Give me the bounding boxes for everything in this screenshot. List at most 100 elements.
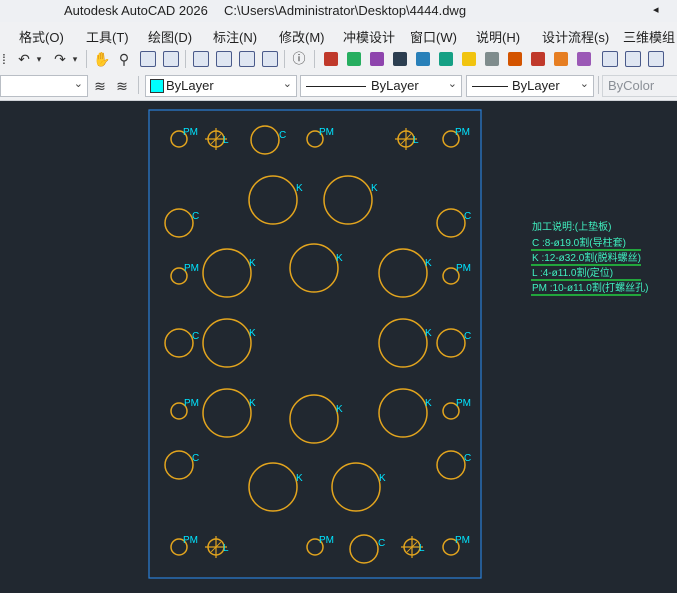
standard-toolbar: ⁞ ↶ ▾ ↷ ▾ ✋ ⚲ ⓘ [0,46,677,72]
menu-modify[interactable]: 修改(M) [279,27,325,46]
file-path: C:\Users\Administrator\Desktop\4444.dwg [224,3,467,18]
redo-icon[interactable]: ↷ [50,49,70,69]
die-tool-13-icon[interactable] [602,51,618,67]
die-tool-7-icon[interactable] [462,52,476,66]
menu-draw[interactable]: 绘图(D) [148,27,192,46]
die-plate-drawing: PM L C PM L PM K K C C PM K K K PM C K K C PM K K K PM C C K K PM L PM… [148,109,482,579]
hole-k [289,243,339,293]
menu-bar: 格式(O) 工具(T) 绘图(D) 标注(N) 修改(M) 冲模设计 窗口(W)… [0,22,677,46]
make-current-layer-icon[interactable]: ≋ [90,76,110,96]
hole-k [289,394,339,444]
die-tool-4-icon[interactable] [393,52,407,66]
notes-line: C :8-ø19.0割(导柱套) [532,236,626,249]
hole-c [250,125,280,155]
machining-notes: 加工说明:(上垫板) C :8-ø19.0割(导柱套) K :12-ø32.0割(脱… [531,220,649,296]
separator [138,76,139,94]
hole-k [378,248,428,298]
die-tool-1-icon[interactable] [324,52,338,66]
help-icon[interactable]: ⓘ [289,49,309,69]
hole-k [248,175,298,225]
die-tool-14-icon[interactable] [625,51,641,67]
hole-label-k: K [249,258,256,269]
die-tool-2-icon[interactable] [347,52,361,66]
chevron-down-icon: ⌄ [579,78,589,90]
hole-label-pm: PM [183,127,198,138]
menu-design-flow[interactable]: 设计流程(s) [542,27,609,46]
die-tool-5-icon[interactable] [416,52,430,66]
hole-label-pm: PM [455,535,470,546]
color-swatch [150,79,164,93]
die-tool-3-icon[interactable] [370,52,384,66]
hole-label-pm: PM [456,398,471,409]
pan-icon[interactable]: ✋ [92,49,112,69]
menu-help[interactable]: 说明(H) [476,27,520,46]
die-tool-11-icon[interactable] [554,52,568,66]
color-dropdown[interactable]: ByLayer ⌄ [145,75,297,97]
hole-k [323,175,373,225]
color-value: ByLayer [166,78,214,93]
hole-label-k: K [296,183,303,194]
hole-label-k: K [425,398,432,409]
hole-k [378,388,428,438]
hole-label-c: C [192,453,199,464]
hole-label-c: C [192,331,199,342]
die-tool-12-icon[interactable] [577,52,591,66]
hole-k [378,318,428,368]
zoom-previous-icon[interactable] [163,51,179,67]
hole-label-k: K [371,183,378,194]
menu-tools[interactable]: 工具(T) [86,27,129,46]
die-tool-15-icon[interactable] [648,51,664,67]
layer-previous-icon[interactable]: ≋ [112,76,132,96]
plate-outline [148,109,482,579]
die-tool-6-icon[interactable] [439,52,453,66]
lineweight-dropdown[interactable]: ByLayer ⌄ [466,75,594,97]
die-tool-9-icon[interactable] [508,52,522,66]
hole-label-l: L [223,543,229,554]
menu-3d-module[interactable]: 三维模组 [623,27,675,46]
layer-dropdown[interactable]: ⌄ [0,75,88,97]
nav-arrow-icon[interactable]: ◂ [653,3,659,16]
hole-label-c: C [464,331,471,342]
redo-dropdown-icon[interactable]: ▾ [70,49,80,69]
separator [86,50,87,68]
menu-dimension[interactable]: 标注(N) [213,27,257,46]
hole-label-pm: PM [319,535,334,546]
hole-label-c: C [279,130,286,141]
sheet-set-icon[interactable] [262,51,278,67]
zoom-realtime-icon[interactable]: ⚲ [114,49,134,69]
menu-format[interactable]: 格式(O) [19,27,64,46]
hole-k [202,318,252,368]
hole-label-k: K [249,328,256,339]
die-tool-10-icon[interactable] [531,52,545,66]
tool-palettes-icon[interactable] [239,51,255,67]
zoom-window-icon[interactable] [140,51,156,67]
notes-line: K :12-ø32.0割(脱料螺丝) [532,251,641,264]
hole-label-k: K [296,473,303,484]
linetype-value: ByLayer [371,78,419,93]
separator [598,76,599,94]
undo-dropdown-icon[interactable]: ▾ [34,49,44,69]
hole-label-pm: PM [184,263,199,274]
hole-label-pm: PM [183,535,198,546]
hole-label-c: C [378,538,385,549]
die-tool-8-icon[interactable] [485,52,499,66]
hole-label-pm: PM [184,398,199,409]
menu-die-design[interactable]: 冲模设计 [343,27,395,46]
plotstyle-dropdown[interactable]: ByColor [602,75,677,97]
separator [185,50,186,68]
hole-k [202,388,252,438]
hole-c [349,534,379,564]
undo-icon[interactable]: ↶ [14,49,34,69]
properties-icon[interactable] [193,51,209,67]
hole-label-k: K [379,473,386,484]
design-center-icon[interactable] [216,51,232,67]
hole-label-pm: PM [456,263,471,274]
hole-c [436,328,466,358]
chevron-down-icon: ⌄ [282,78,292,90]
hole-label-c: C [464,211,471,222]
hole-label-c: C [192,211,199,222]
drawing-canvas[interactable]: PM L C PM L PM K K C C PM K K K PM C K K C PM K K K PM C C K K PM L PM… [0,101,677,593]
menu-window[interactable]: 窗口(W) [410,27,457,46]
hole-label-l: L [419,543,425,554]
linetype-dropdown[interactable]: ByLayer ⌄ [300,75,462,97]
